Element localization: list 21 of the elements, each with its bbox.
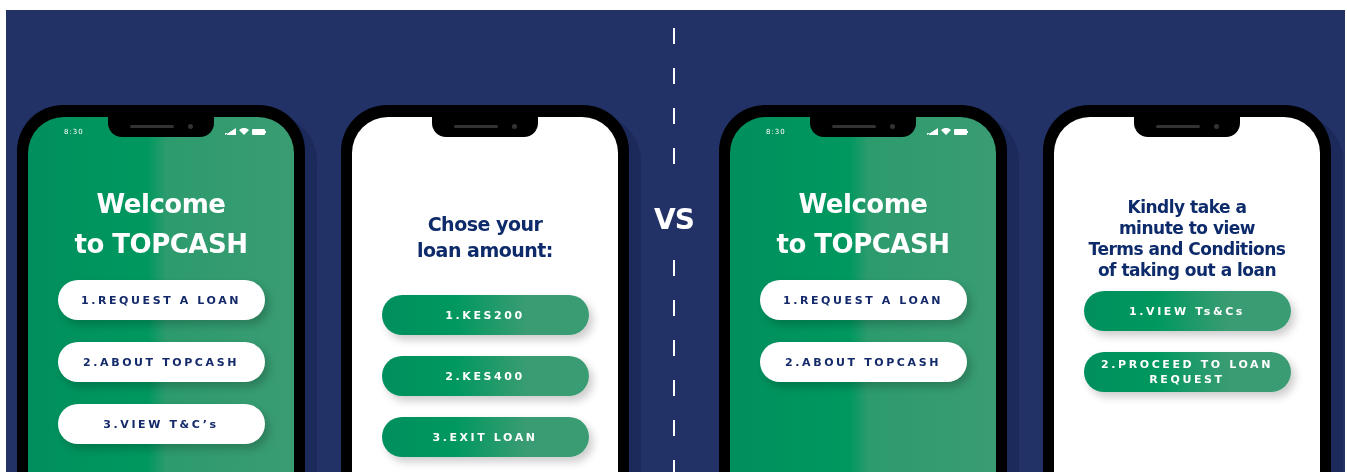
menu-option-button[interactable]: 2.KES400 [381,356,589,396]
menu-option-button[interactable]: 1.REQUEST A LOAN [57,280,265,320]
vs-label: VS [654,203,694,237]
signal-icon [225,128,236,135]
wifi-icon [941,128,951,135]
screen-heading: Welcome to TOPCASH [776,188,950,261]
signal-icon [927,128,938,135]
menu-option-button[interactable]: 2.PROCEED TO LOAN REQUEST [1083,352,1291,392]
menu-option-button[interactable]: 2.ABOUT TOPCASH [759,342,967,382]
wifi-icon [239,128,249,135]
menu-option-button[interactable]: 1.KES200 [381,295,589,335]
battery-icon [954,128,968,135]
battery-icon [252,128,266,135]
screen-heading: Chose your loan amount: [417,212,553,263]
menu-option-button[interactable]: 3.EXIT LOAN [381,417,589,457]
menu-option-button[interactable]: 2.ABOUT TOPCASH [57,342,265,382]
menu-option-button[interactable]: 3.VIEW T&C’s [57,404,265,444]
menu-option-button[interactable]: 1.REQUEST A LOAN [759,280,967,320]
screen-heading: Kindly take a minute to view Terms and Conditions of taking out a loan [1088,197,1286,281]
screen-heading: Welcome to TOPCASH [74,188,248,261]
menu-option-button[interactable]: 1.VIEW Ts&Cs [1083,291,1291,331]
